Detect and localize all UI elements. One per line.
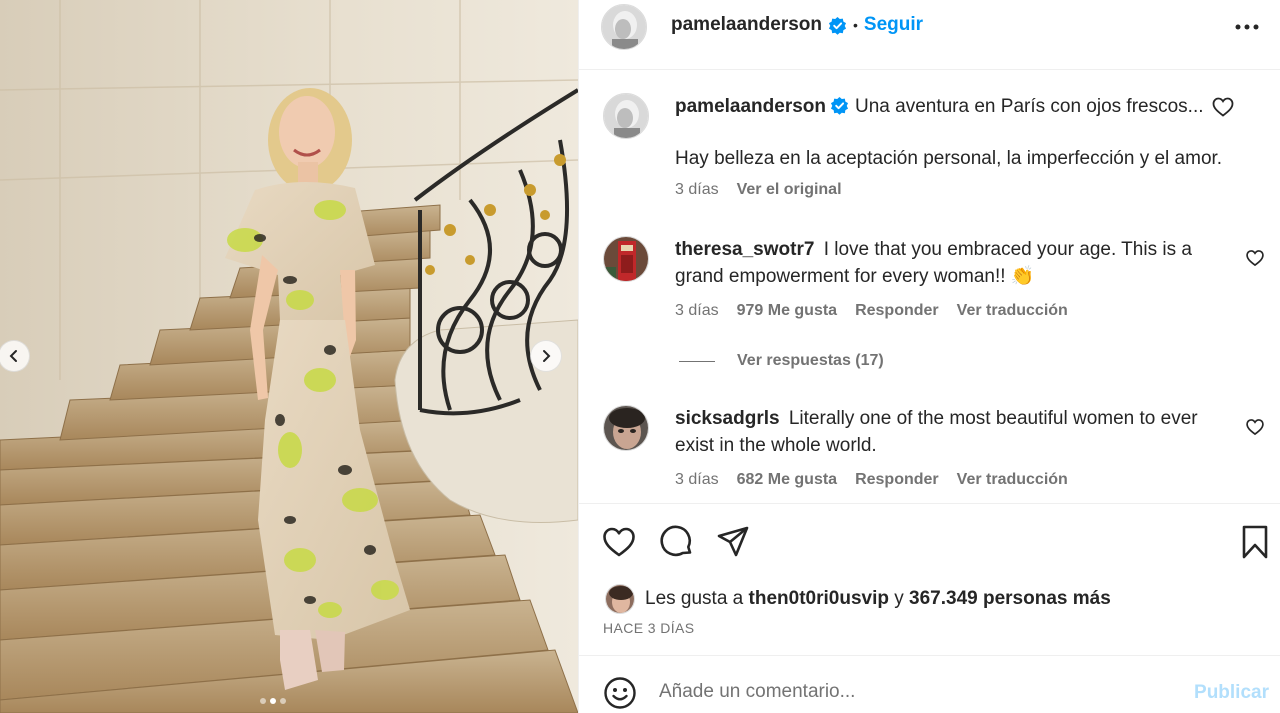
avatar-image [602,5,646,49]
liker-username[interactable]: then0t0ri0usvip [749,588,889,609]
comment-like-heart-icon[interactable] [1245,248,1265,268]
carousel-dot [280,698,286,704]
likes-prefix: Les gusta a [645,588,744,609]
likes-joiner: y [894,588,904,609]
separator-dot: • [853,17,858,33]
translate-link[interactable]: Ver traducción [957,471,1068,489]
publish-button[interactable]: Publicar [1194,682,1269,704]
chevron-right-icon [543,350,551,362]
share-icon[interactable] [715,524,751,560]
caption-avatar[interactable] [603,93,649,139]
comment-like-heart-icon[interactable] [1245,417,1265,437]
avatar-image [606,585,634,613]
bookmark-icon[interactable] [1237,524,1273,560]
carousel-next-button[interactable] [530,340,562,372]
carousel-indicator [260,698,286,704]
comment-text-block: sicksadgrls Literally one of the most be… [675,405,1231,459]
avatar-image [604,237,648,281]
comment-input[interactable] [659,670,1179,713]
reply-button[interactable]: Responder [855,471,939,489]
caption-text: pamelaanderson Una aventura en París con… [675,93,1235,120]
carousel-dot-active [270,698,276,704]
caption-meta: 3 días Ver el original [675,181,842,199]
post-header: pamelaanderson • Seguir [579,0,1280,70]
view-replies-button[interactable]: Ver respuestas (17) [679,352,884,370]
author-username[interactable]: pamelaanderson [671,14,822,36]
comment-meta: 3 días 682 Me gusta Responder Ver traduc… [675,471,1068,489]
caption-username[interactable]: pamelaanderson [675,96,826,117]
follow-button[interactable]: Seguir [864,14,923,36]
comment-likes-count[interactable]: 979 Me gusta [737,302,837,320]
comment-meta: 3 días 979 Me gusta Responder Ver traduc… [675,302,1068,320]
avatar-image [604,94,648,138]
verified-badge-icon [828,16,847,35]
commenter-avatar[interactable] [603,236,649,282]
comment-time: 3 días [675,302,719,319]
caption-body: Hay belleza en la aceptación personal, l… [675,148,1223,169]
replies-divider [679,360,715,362]
author-avatar[interactable] [601,4,647,50]
translate-link[interactable]: Ver traducción [957,302,1068,320]
see-original-link[interactable]: Ver el original [737,181,842,199]
post-photo[interactable] [0,0,578,713]
photo-scene [0,0,578,713]
more-options-icon [1235,24,1259,30]
more-options-button[interactable] [1234,14,1260,40]
comment-composer: Publicar [579,655,1280,713]
comment-text-block: theresa_swotr7 I love that you embraced … [675,236,1231,290]
post-timestamp[interactable]: HACE 3 DÍAS [603,620,695,636]
comment-time: 3 días [675,471,719,488]
comments-list[interactable]: pamelaanderson Una aventura en París con… [579,71,1280,503]
emoji-icon[interactable] [603,676,637,710]
comment-likes-count[interactable]: 682 Me gusta [737,471,837,489]
caption-title: Una aventura en París con ojos frescos..… [855,96,1204,117]
liker-avatar[interactable] [605,584,635,614]
reply-button[interactable]: Responder [855,302,939,320]
caption-heart-icon[interactable] [1211,95,1235,119]
post-details-panel: pamelaanderson • Seguir pamelaanderson U… [578,0,1280,713]
comment-icon[interactable] [659,524,695,560]
avatar-image [604,406,648,450]
caption-time: 3 días [675,181,719,198]
view-replies-label: Ver respuestas (17) [737,352,884,369]
commenter-username[interactable]: theresa_swotr7 [675,239,814,260]
heart-icon[interactable] [601,524,637,560]
commenter-avatar[interactable] [603,405,649,451]
carousel-dot [260,698,266,704]
likes-others-link[interactable]: 367.349 personas más [909,588,1111,609]
chevron-left-icon [9,350,17,362]
likes-summary: Les gusta a then0t0ri0usvip y 367.349 pe… [605,584,1111,614]
post-actions: Les gusta a then0t0ri0usvip y 367.349 pe… [579,503,1280,655]
commenter-username[interactable]: sicksadgrls [675,408,780,429]
verified-badge-icon [830,96,849,115]
